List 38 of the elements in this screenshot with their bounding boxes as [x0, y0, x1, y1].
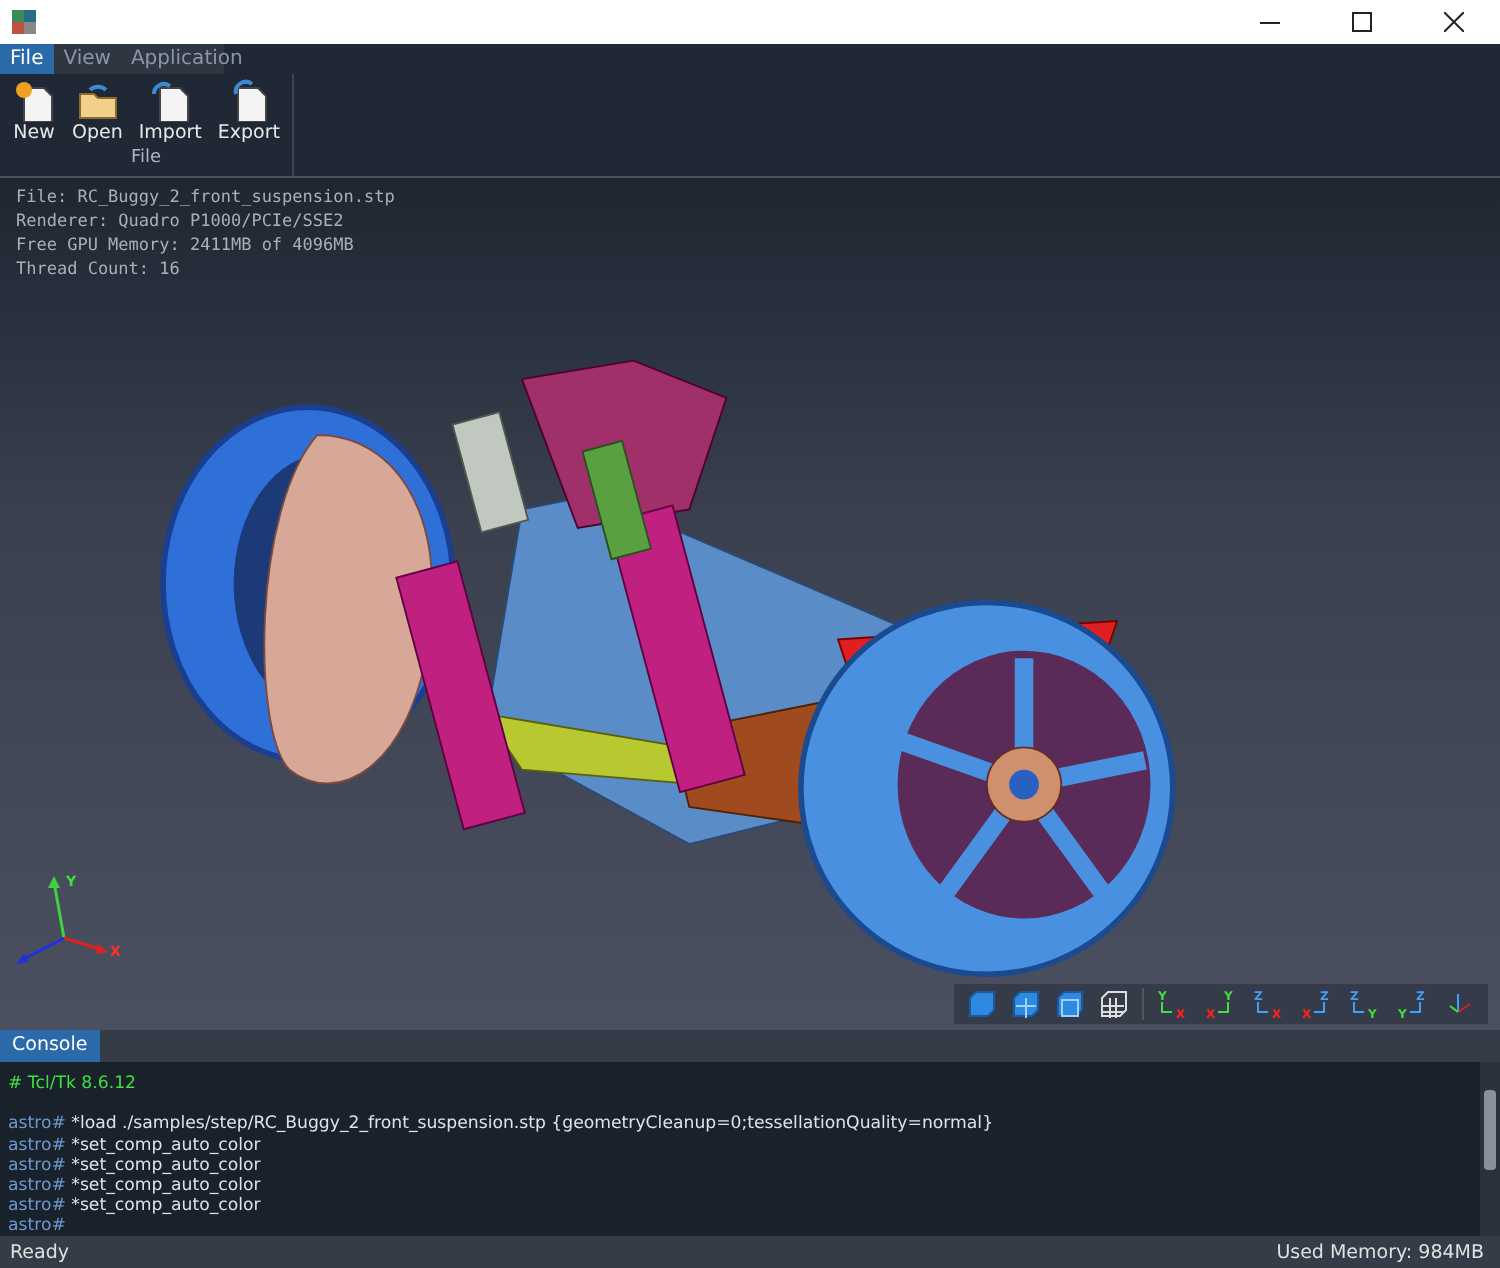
console-prompt: astro#: [8, 1175, 66, 1196]
cube-outline-icon[interactable]: [1054, 988, 1086, 1020]
console-command: *set_comp_auto_color: [71, 1175, 261, 1196]
status-text: Ready: [10, 1242, 69, 1264]
ribbon-button[interactable]: Import: [134, 78, 206, 144]
console-tab[interactable]: Console: [0, 1030, 100, 1062]
console-command: *set_comp_auto_color: [71, 1155, 261, 1176]
console-command: *load ./samples/step/RC_Buggy_2_front_suspension.stp {geometryCleanup=0;tessellationQuality=normal}: [71, 1114, 994, 1135]
console-comment: # Tcl/Tk 8.6.12: [8, 1074, 137, 1094]
menu-tab[interactable]: View: [53, 44, 121, 74]
console-command: *set_comp_auto_color: [71, 1135, 261, 1156]
minimize-icon[interactable]: [1260, 21, 1280, 23]
scrollbar[interactable]: [1480, 1062, 1500, 1236]
import-document-icon: [148, 78, 193, 122]
console-prompt: astro#: [8, 1114, 66, 1135]
render-info-line: Free GPU Memory: 2411MB of 4096MB: [16, 234, 356, 258]
ribbon-button[interactable]: Export: [213, 78, 285, 144]
ribbon-button[interactable]: New: [8, 78, 60, 144]
render-info-line: Thread Count: 16: [16, 258, 182, 282]
console-prompt: astro#: [8, 1135, 66, 1156]
menu-tab[interactable]: File: [0, 44, 54, 74]
menu-tab[interactable]: Application: [120, 44, 253, 74]
render-info-line: Renderer: Quadro P1000/PCIe/SSE2: [16, 210, 346, 234]
maximize-icon[interactable]: [1352, 12, 1372, 32]
memory-usage-text: Used Memory: 984MB: [1276, 1242, 1484, 1264]
wireframe-cube-icon[interactable]: [1098, 988, 1130, 1020]
console-prompt: astro#: [8, 1216, 66, 1236]
app-logo-icon: [12, 10, 36, 34]
close-icon[interactable]: [1444, 12, 1464, 32]
console-prompt: astro#: [8, 1196, 66, 1217]
render-info-line: File: RC_Buggy_2_front_suspension.stp: [16, 186, 395, 210]
console-command: *set_comp_auto_color: [71, 1196, 261, 1217]
cube-edges-icon[interactable]: [1010, 988, 1042, 1020]
ribbon-button[interactable]: Open: [68, 78, 127, 144]
cube-icon[interactable]: [966, 988, 998, 1020]
ribbon-group-label: File: [130, 148, 162, 168]
new-document-icon: [12, 78, 56, 122]
console-prompt: astro#: [8, 1155, 66, 1176]
